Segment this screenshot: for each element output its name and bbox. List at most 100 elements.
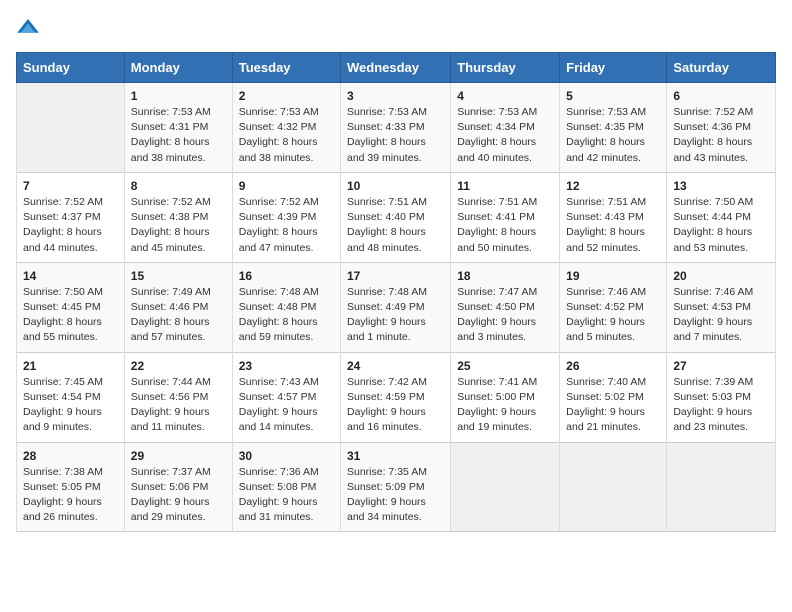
day-info: Sunrise: 7:44 AM Sunset: 4:56 PM Dayligh… [131,375,226,436]
day-info: Sunrise: 7:45 AM Sunset: 4:54 PM Dayligh… [23,375,118,436]
column-header-tuesday: Tuesday [232,53,340,83]
day-number: 8 [131,179,226,193]
calendar-cell: 26 Sunrise: 7:40 AM Sunset: 5:02 PM Dayli… [560,352,667,442]
day-number: 21 [23,359,118,373]
day-info: Sunrise: 7:51 AM Sunset: 4:41 PM Dayligh… [457,195,553,256]
calendar-cell: 13 Sunrise: 7:50 AM Sunset: 4:44 PM Dayli… [667,172,776,262]
calendar-cell: 15 Sunrise: 7:49 AM Sunset: 4:46 PM Dayli… [124,262,232,352]
column-header-sunday: Sunday [17,53,125,83]
calendar-cell [451,442,560,532]
column-header-thursday: Thursday [451,53,560,83]
week-row-4: 21 Sunrise: 7:45 AM Sunset: 4:54 PM Dayli… [17,352,776,442]
day-number: 22 [131,359,226,373]
day-number: 18 [457,269,553,283]
calendar-cell: 27 Sunrise: 7:39 AM Sunset: 5:03 PM Dayli… [667,352,776,442]
day-number: 26 [566,359,660,373]
calendar-cell [667,442,776,532]
calendar-cell [560,442,667,532]
logo [16,16,44,40]
day-info: Sunrise: 7:43 AM Sunset: 4:57 PM Dayligh… [239,375,334,436]
column-header-saturday: Saturday [667,53,776,83]
calendar-table: SundayMondayTuesdayWednesdayThursdayFrid… [16,52,776,532]
calendar-cell: 20 Sunrise: 7:46 AM Sunset: 4:53 PM Dayli… [667,262,776,352]
week-row-1: 1 Sunrise: 7:53 AM Sunset: 4:31 PM Daylig… [17,83,776,173]
calendar-cell: 17Sunrise: 7:48 AM Sunset: 4:49 PM Dayli… [341,262,451,352]
day-number: 20 [673,269,769,283]
calendar-cell: 14Sunrise: 7:50 AM Sunset: 4:45 PM Dayli… [17,262,125,352]
day-number: 11 [457,179,553,193]
day-info: Sunrise: 7:52 AM Sunset: 4:38 PM Dayligh… [131,195,226,256]
day-number: 1 [131,89,226,103]
calendar-cell: 2 Sunrise: 7:53 AM Sunset: 4:32 PM Daylig… [232,83,340,173]
day-info: Sunrise: 7:51 AM Sunset: 4:40 PM Dayligh… [347,195,444,256]
day-number: 27 [673,359,769,373]
day-info: Sunrise: 7:37 AM Sunset: 5:06 PM Dayligh… [131,465,226,526]
day-number: 16 [239,269,334,283]
calendar-cell: 31 Sunrise: 7:35 AM Sunset: 5:09 PM Dayli… [341,442,451,532]
week-row-5: 28 Sunrise: 7:38 AM Sunset: 5:05 PM Dayli… [17,442,776,532]
day-info: Sunrise: 7:42 AM Sunset: 4:59 PM Dayligh… [347,375,444,436]
day-info: Sunrise: 7:53 AM Sunset: 4:34 PM Dayligh… [457,105,553,166]
calendar-cell: 4 Sunrise: 7:53 AM Sunset: 4:34 PM Daylig… [451,83,560,173]
day-info: Sunrise: 7:36 AM Sunset: 5:08 PM Dayligh… [239,465,334,526]
calendar-cell: 8 Sunrise: 7:52 AM Sunset: 4:38 PM Daylig… [124,172,232,262]
calendar-header: SundayMondayTuesdayWednesdayThursdayFrid… [17,53,776,83]
calendar-cell: 3 Sunrise: 7:53 AM Sunset: 4:33 PM Daylig… [341,83,451,173]
calendar-cell: 28 Sunrise: 7:38 AM Sunset: 5:05 PM Dayli… [17,442,125,532]
calendar-cell: 6 Sunrise: 7:52 AM Sunset: 4:36 PM Daylig… [667,83,776,173]
day-number: 13 [673,179,769,193]
day-info: Sunrise: 7:48 AM Sunset: 4:48 PM Dayligh… [239,285,334,346]
day-number: 4 [457,89,553,103]
calendar-cell: 25Sunrise: 7:41 AM Sunset: 5:00 PM Dayli… [451,352,560,442]
day-number: 31 [347,449,444,463]
day-info: Sunrise: 7:53 AM Sunset: 4:32 PM Dayligh… [239,105,334,166]
day-number: 3 [347,89,444,103]
day-info: Sunrise: 7:46 AM Sunset: 4:52 PM Dayligh… [566,285,660,346]
calendar-cell: 30 Sunrise: 7:36 AM Sunset: 5:08 PM Dayli… [232,442,340,532]
day-info: Sunrise: 7:50 AM Sunset: 4:44 PM Dayligh… [673,195,769,256]
day-info: Sunrise: 7:35 AM Sunset: 5:09 PM Dayligh… [347,465,444,526]
column-header-wednesday: Wednesday [341,53,451,83]
day-info: Sunrise: 7:53 AM Sunset: 4:35 PM Dayligh… [566,105,660,166]
calendar-cell: 19 Sunrise: 7:46 AM Sunset: 4:52 PM Dayli… [560,262,667,352]
day-number: 24 [347,359,444,373]
calendar-body: 1 Sunrise: 7:53 AM Sunset: 4:31 PM Daylig… [17,83,776,532]
day-info: Sunrise: 7:50 AM Sunset: 4:45 PM Dayligh… [23,285,118,346]
calendar-cell: 23 Sunrise: 7:43 AM Sunset: 4:57 PM Dayli… [232,352,340,442]
day-info: Sunrise: 7:52 AM Sunset: 4:36 PM Dayligh… [673,105,769,166]
day-number: 30 [239,449,334,463]
day-info: Sunrise: 7:49 AM Sunset: 4:46 PM Dayligh… [131,285,226,346]
day-number: 29 [131,449,226,463]
column-header-friday: Friday [560,53,667,83]
calendar-cell: 11 Sunrise: 7:51 AM Sunset: 4:41 PM Dayli… [451,172,560,262]
calendar-cell: 9Sunrise: 7:52 AM Sunset: 4:39 PM Daylig… [232,172,340,262]
day-info: Sunrise: 7:46 AM Sunset: 4:53 PM Dayligh… [673,285,769,346]
calendar-cell: 21 Sunrise: 7:45 AM Sunset: 4:54 PM Dayli… [17,352,125,442]
day-info: Sunrise: 7:52 AM Sunset: 4:37 PM Dayligh… [23,195,118,256]
day-number: 28 [23,449,118,463]
day-number: 15 [131,269,226,283]
calendar-cell: 16 Sunrise: 7:48 AM Sunset: 4:48 PM Dayli… [232,262,340,352]
day-number: 12 [566,179,660,193]
day-info: Sunrise: 7:47 AM Sunset: 4:50 PM Dayligh… [457,285,553,346]
calendar-cell: 24 Sunrise: 7:42 AM Sunset: 4:59 PM Dayli… [341,352,451,442]
day-number: 23 [239,359,334,373]
day-info: Sunrise: 7:53 AM Sunset: 4:33 PM Dayligh… [347,105,444,166]
day-number: 2 [239,89,334,103]
calendar-cell: 1 Sunrise: 7:53 AM Sunset: 4:31 PM Daylig… [124,83,232,173]
day-number: 19 [566,269,660,283]
logo-icon [16,16,40,40]
page-header [16,16,776,40]
day-number: 6 [673,89,769,103]
calendar-cell: 5Sunrise: 7:53 AM Sunset: 4:35 PM Daylig… [560,83,667,173]
day-info: Sunrise: 7:39 AM Sunset: 5:03 PM Dayligh… [673,375,769,436]
day-number: 9 [239,179,334,193]
day-number: 25 [457,359,553,373]
day-info: Sunrise: 7:40 AM Sunset: 5:02 PM Dayligh… [566,375,660,436]
column-header-monday: Monday [124,53,232,83]
day-info: Sunrise: 7:38 AM Sunset: 5:05 PM Dayligh… [23,465,118,526]
calendar-cell [17,83,125,173]
day-number: 10 [347,179,444,193]
calendar-cell: 10 Sunrise: 7:51 AM Sunset: 4:40 PM Dayli… [341,172,451,262]
day-info: Sunrise: 7:53 AM Sunset: 4:31 PM Dayligh… [131,105,226,166]
